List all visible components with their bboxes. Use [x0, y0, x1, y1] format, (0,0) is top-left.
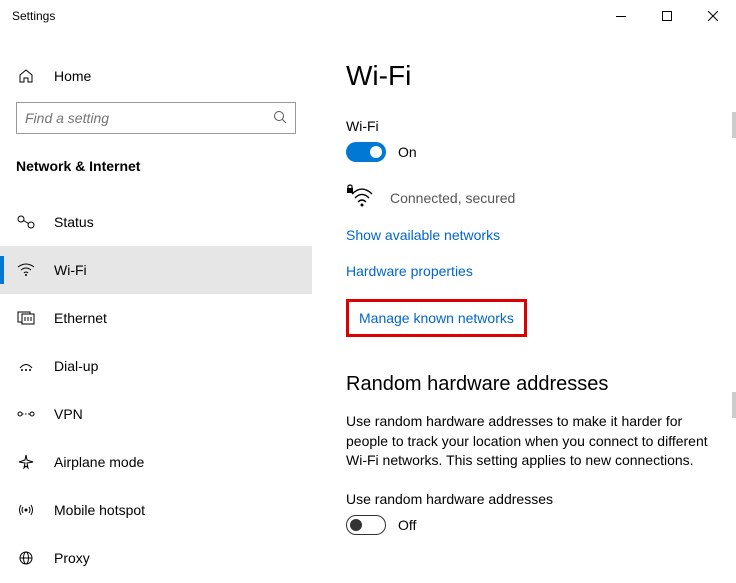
sidebar-item-label: Dial-up: [54, 358, 98, 374]
dialup-icon: [16, 359, 36, 373]
close-button[interactable]: [690, 0, 736, 32]
search-icon: [273, 110, 287, 127]
search-input[interactable]: [16, 102, 296, 134]
sidebar-item-label: Mobile hotspot: [54, 502, 145, 518]
content-pane: Wi-Fi Wi-Fi On Connected, secured Show a…: [312, 32, 736, 583]
highlight-annotation: Manage known networks: [346, 299, 527, 337]
link-show-networks[interactable]: Show available networks: [346, 227, 710, 243]
link-hardware-properties[interactable]: Hardware properties: [346, 263, 710, 279]
sidebar-section-header: Network & Internet: [0, 152, 312, 198]
wifi-secured-icon: [346, 184, 374, 211]
sidebar-item-wifi[interactable]: Wi-Fi: [0, 246, 312, 294]
proxy-icon: [16, 550, 36, 566]
sidebar-item-ethernet[interactable]: Ethernet: [0, 294, 312, 342]
sidebar-item-dialup[interactable]: Dial-up: [0, 342, 312, 390]
wifi-toggle-state: On: [398, 144, 417, 160]
sidebar-item-label: Proxy: [54, 550, 90, 566]
connection-status: Connected, secured: [390, 190, 515, 206]
airplane-icon: [16, 454, 36, 470]
sidebar-item-label: VPN: [54, 406, 83, 422]
random-toggle-state: Off: [398, 517, 416, 533]
ethernet-icon: [16, 311, 36, 325]
scrollbar[interactable]: [732, 392, 736, 418]
search-field[interactable]: [25, 110, 273, 126]
wifi-toggle[interactable]: [346, 142, 386, 162]
sidebar-item-vpn[interactable]: VPN: [0, 390, 312, 438]
page-title: Wi-Fi: [346, 60, 710, 92]
wifi-toggle-label: Wi-Fi: [346, 118, 710, 134]
random-toggle-label: Use random hardware addresses: [346, 491, 710, 507]
random-addresses-toggle[interactable]: [346, 515, 386, 535]
sidebar-item-proxy[interactable]: Proxy: [0, 534, 312, 582]
random-addresses-body: Use random hardware addresses to make it…: [346, 412, 710, 471]
sidebar-home[interactable]: Home: [0, 54, 312, 98]
window-controls: [598, 0, 736, 32]
link-manage-known-networks[interactable]: Manage known networks: [359, 310, 514, 326]
sidebar-item-label: Status: [54, 214, 94, 230]
sidebar-item-airplane[interactable]: Airplane mode: [0, 438, 312, 486]
minimize-button[interactable]: [598, 0, 644, 32]
maximize-button[interactable]: [644, 0, 690, 32]
sidebar-item-label: Wi-Fi: [54, 262, 87, 278]
home-icon: [16, 68, 36, 84]
sidebar-item-label: Ethernet: [54, 310, 107, 326]
sidebar: Home Network & Internet Status Wi-Fi: [0, 32, 312, 583]
hotspot-icon: [16, 502, 36, 518]
sidebar-home-label: Home: [54, 68, 91, 84]
random-addresses-heading: Random hardware addresses: [346, 373, 710, 396]
vpn-icon: [16, 407, 36, 421]
scrollbar[interactable]: [732, 112, 736, 138]
wifi-icon: [16, 263, 36, 277]
sidebar-item-label: Airplane mode: [54, 454, 144, 470]
window-title: Settings: [12, 9, 55, 23]
sidebar-item-status[interactable]: Status: [0, 198, 312, 246]
titlebar: Settings: [0, 0, 736, 32]
sidebar-item-hotspot[interactable]: Mobile hotspot: [0, 486, 312, 534]
status-icon: [16, 215, 36, 229]
